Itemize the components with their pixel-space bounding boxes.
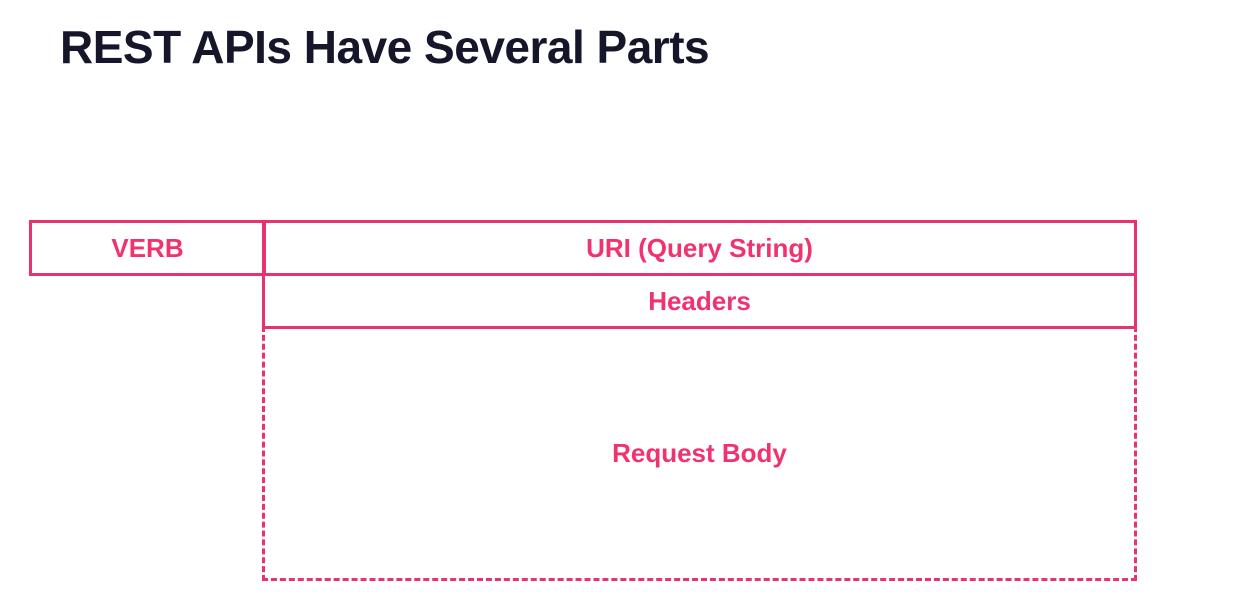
- uri-box: URI (Query String): [262, 220, 1137, 276]
- uri-label: URI (Query String): [586, 232, 813, 263]
- request-body-box: Request Body: [262, 326, 1137, 581]
- request-body-label: Request Body: [612, 438, 787, 468]
- headers-box: Headers: [262, 273, 1137, 329]
- headers-label: Headers: [648, 285, 751, 316]
- verb-box: VERB: [29, 220, 266, 276]
- verb-label: VERB: [111, 232, 184, 263]
- slide-title: REST APIs Have Several Parts: [60, 21, 710, 73]
